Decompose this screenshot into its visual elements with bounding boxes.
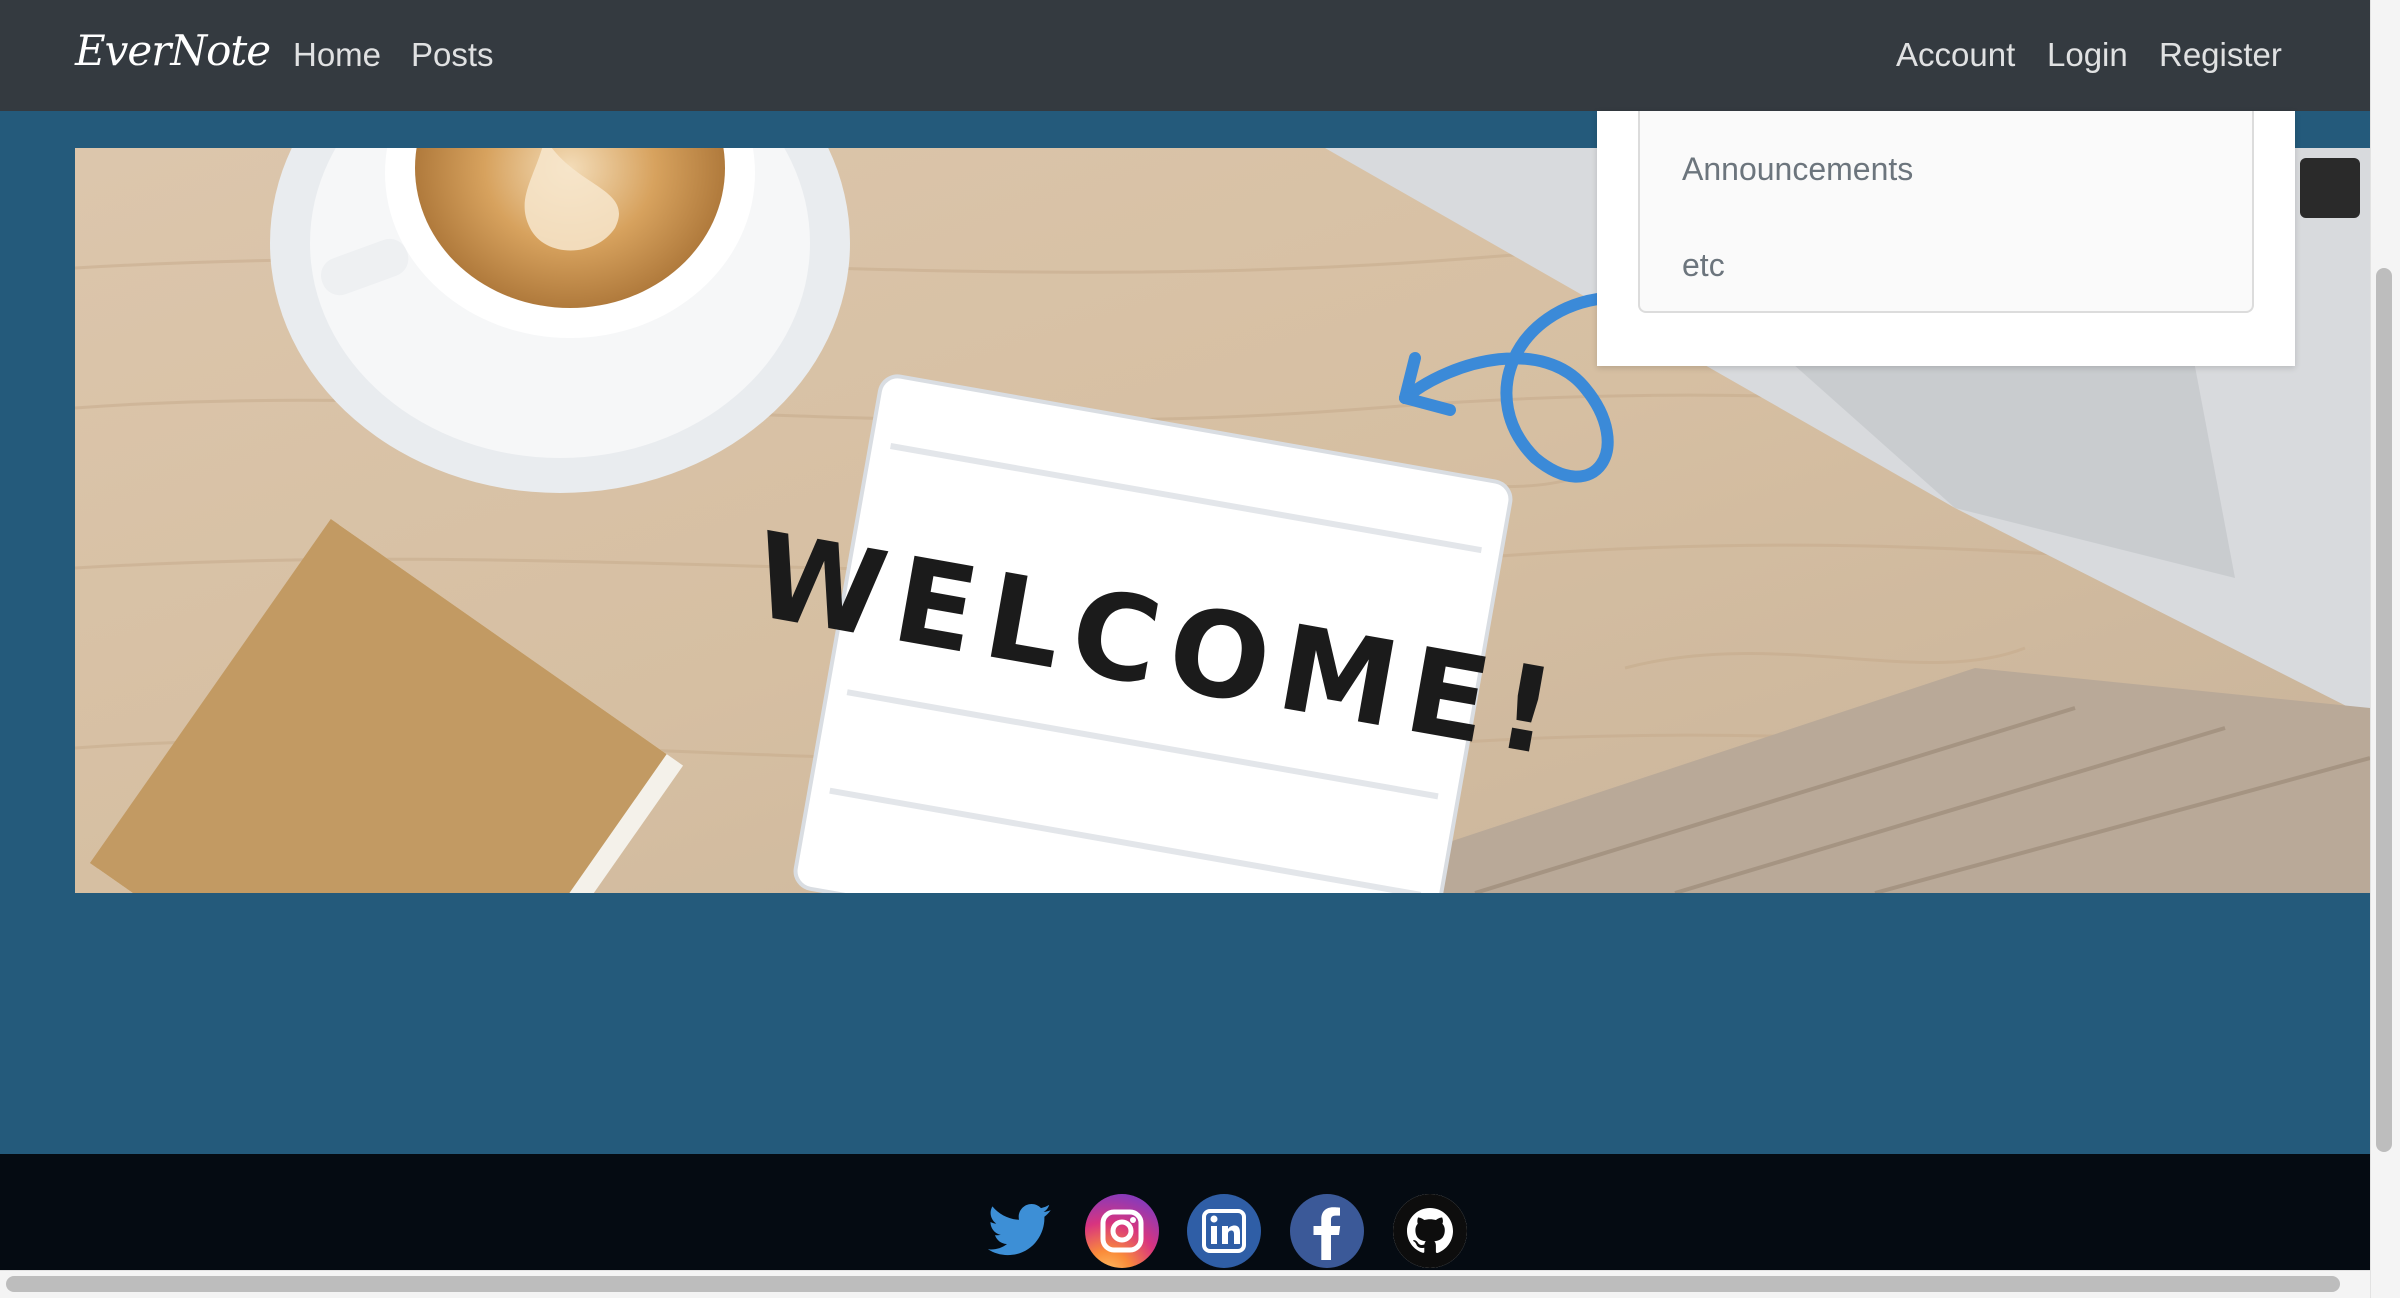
nav-link-account[interactable]: Account [1896, 36, 2015, 74]
dropdown-list: Announcements etc [1638, 111, 2254, 313]
nav-link-posts[interactable]: Posts [411, 36, 494, 74]
dropdown-item-etc[interactable]: etc [1682, 247, 1725, 284]
account-dropdown-menu: Announcements etc [1597, 111, 2295, 366]
horizontal-scrollbar-thumb[interactable] [6, 1276, 2340, 1292]
nav-link-register[interactable]: Register [2159, 36, 2282, 74]
facebook-icon[interactable] [1290, 1194, 1364, 1268]
linkedin-icon[interactable] [1187, 1194, 1261, 1268]
vertical-scrollbar-thumb[interactable] [2376, 268, 2392, 1152]
dropdown-item-announcements[interactable]: Announcements [1682, 151, 1913, 188]
instagram-icon[interactable] [1085, 1194, 1159, 1268]
top-navbar: EverNote Home Posts Account Login Regist… [0, 0, 2370, 111]
twitter-icon[interactable] [983, 1194, 1057, 1268]
github-icon[interactable] [1393, 1194, 1467, 1268]
nav-link-login[interactable]: Login [2047, 36, 2128, 74]
brand-logo[interactable]: EverNote [75, 26, 271, 75]
nav-link-home[interactable]: Home [293, 36, 381, 74]
